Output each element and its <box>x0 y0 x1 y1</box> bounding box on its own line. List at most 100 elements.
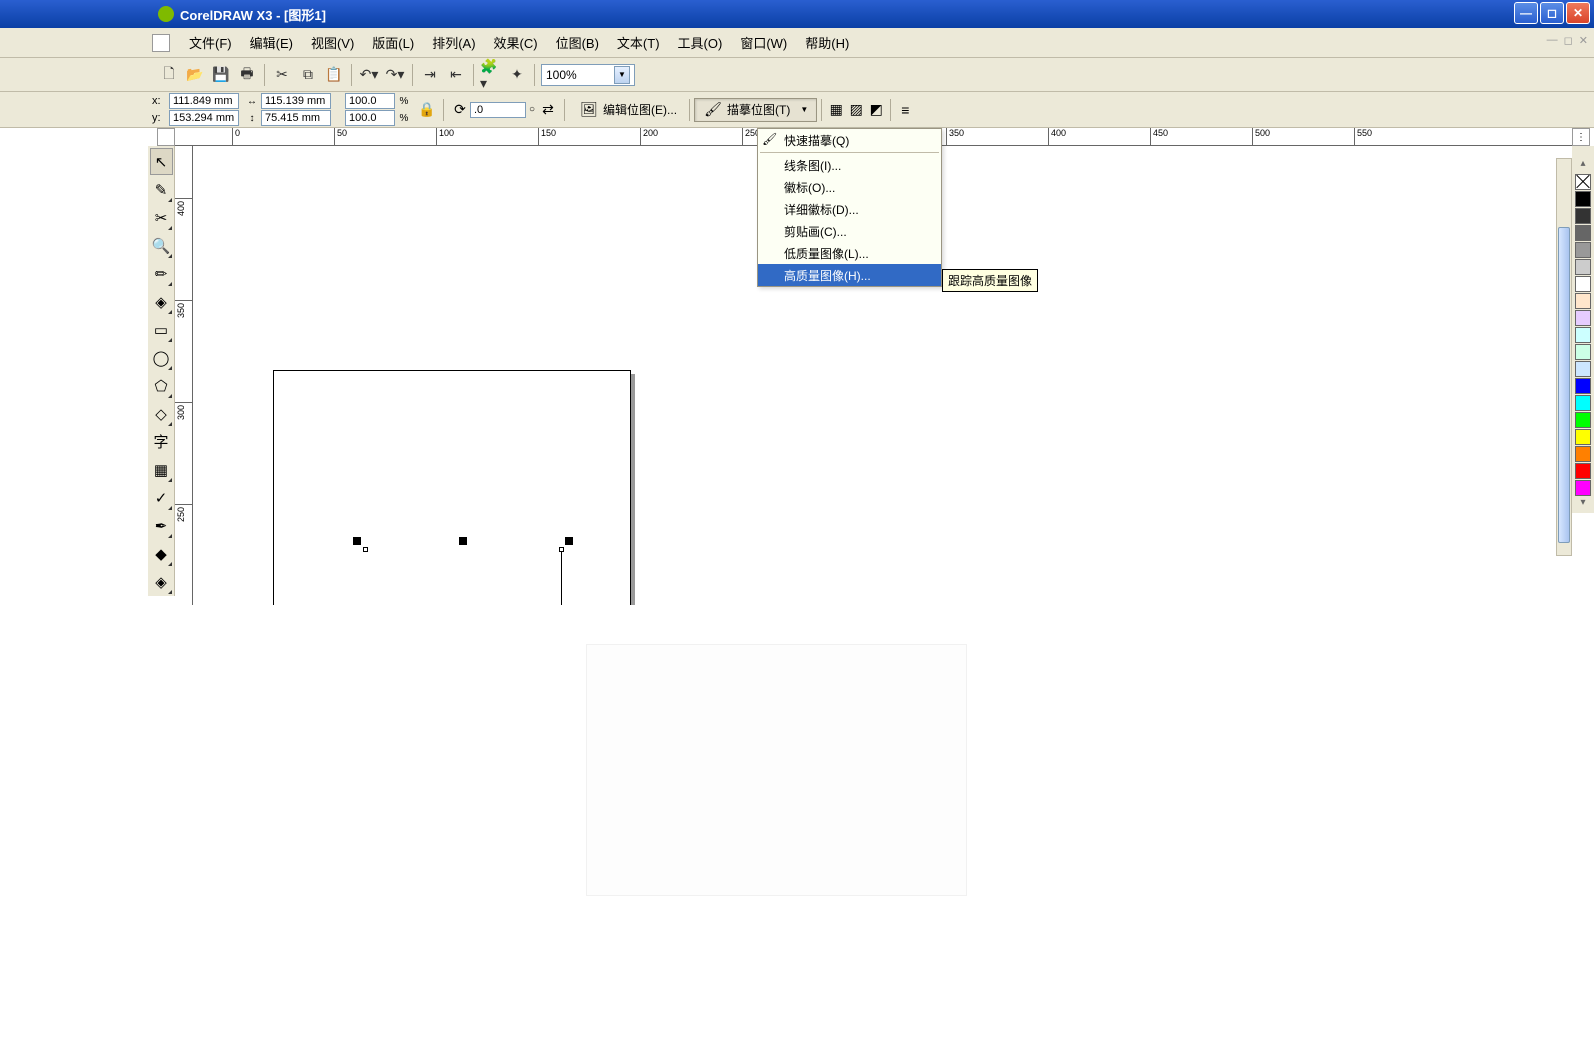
menu-item[interactable]: 高质量图像(H)... <box>758 264 941 286</box>
color-swatch[interactable] <box>1575 361 1591 377</box>
trace-bitmap-menu[interactable]: 🖌快速描摹(Q)线条图(I)...徽标(O)...详细徽标(D)...剪贴画(C… <box>757 128 942 287</box>
paste-button[interactable]: 📋 <box>323 64 345 86</box>
color-swatch[interactable] <box>1575 429 1591 445</box>
ruler-options[interactable]: ⋮ <box>1572 128 1590 146</box>
palette-up-arrow[interactable]: ▴ <box>1580 158 1585 174</box>
y-input[interactable] <box>169 110 239 126</box>
menu-视图[interactable]: 视图(V) <box>302 29 363 56</box>
mirror-h-button[interactable]: ⇄ <box>538 100 558 120</box>
selection-handle[interactable] <box>565 537 573 545</box>
mdi-minimize[interactable]: — <box>1547 34 1558 47</box>
undo-button[interactable]: ↶▾ <box>358 64 380 86</box>
print-button[interactable]: 🖶 <box>236 64 258 86</box>
color-swatch[interactable] <box>1575 293 1591 309</box>
color-swatch[interactable] <box>1575 463 1591 479</box>
tool-polygon[interactable]: ⬠ <box>150 372 173 399</box>
new-button[interactable]: 🗋 <box>158 64 180 86</box>
tool-fill[interactable]: ◆ <box>150 540 173 567</box>
scale-x-input[interactable] <box>345 93 395 109</box>
menu-item[interactable]: 线条图(I)... <box>758 154 941 176</box>
menu-item[interactable]: 详细徽标(D)... <box>758 198 941 220</box>
color-swatch[interactable] <box>1575 378 1591 394</box>
tool-ellipse[interactable]: ◯ <box>150 344 173 371</box>
close-button[interactable]: ✕ <box>1566 2 1590 24</box>
tool-rectangle[interactable]: ▭ <box>150 316 173 343</box>
selection-node[interactable] <box>363 547 368 552</box>
color-swatch[interactable] <box>1575 412 1591 428</box>
cut-button[interactable]: ✂ <box>271 64 293 86</box>
save-button[interactable]: 💾 <box>210 64 232 86</box>
tool-smart[interactable]: ◈ <box>150 288 173 315</box>
color-swatch[interactable] <box>1575 344 1591 360</box>
ruler-origin[interactable] <box>157 128 175 146</box>
resample-button[interactable]: ▦ <box>826 100 846 120</box>
tool-interactive-fill[interactable]: ◈ <box>150 568 173 595</box>
palette-down-arrow[interactable]: ▾ <box>1580 497 1585 513</box>
tool-pick[interactable]: ↖ <box>150 148 173 175</box>
tool-shape[interactable]: ✎ <box>150 176 173 203</box>
import-button[interactable]: ⇥ <box>419 64 441 86</box>
open-button[interactable]: 📂 <box>184 64 206 86</box>
width-input[interactable] <box>261 93 331 109</box>
menu-文本[interactable]: 文本(T) <box>608 29 669 56</box>
chevron-down-icon[interactable]: ▼ <box>614 66 630 84</box>
menu-版面[interactable]: 版面(L) <box>363 29 423 56</box>
redo-button[interactable]: ↷▾ <box>384 64 406 86</box>
minimize-button[interactable]: — <box>1514 2 1538 24</box>
tool-eyedropper[interactable]: ✓ <box>150 484 173 511</box>
rotation-input[interactable] <box>470 102 526 118</box>
copy-button[interactable]: ⧉ <box>297 64 319 86</box>
mdi-restore[interactable]: ◻ <box>1564 34 1573 47</box>
tool-outline[interactable]: ✒ <box>150 512 173 539</box>
bitmap-mode-button[interactable]: ▨ <box>846 100 866 120</box>
color-swatch[interactable] <box>1575 208 1591 224</box>
color-swatch[interactable] <box>1575 259 1591 275</box>
menu-item[interactable]: 🖌快速描摹(Q) <box>758 129 941 151</box>
menu-item[interactable]: 徽标(O)... <box>758 176 941 198</box>
maximize-button[interactable]: ◻ <box>1540 2 1564 24</box>
mdi-close[interactable]: ✕ <box>1579 34 1588 47</box>
x-input[interactable] <box>169 93 239 109</box>
no-color-swatch[interactable] <box>1575 174 1591 190</box>
export-button[interactable]: ⇤ <box>445 64 467 86</box>
crop-bitmap-button[interactable]: ◩ <box>866 100 886 120</box>
color-swatch[interactable] <box>1575 395 1591 411</box>
tool-basic-shapes[interactable]: ◇ <box>150 400 173 427</box>
menu-编辑[interactable]: 编辑(E) <box>241 29 302 56</box>
menu-工具[interactable]: 工具(O) <box>669 29 732 56</box>
edit-bitmap-button[interactable]: 🖼 编辑位图(E)... <box>571 98 685 122</box>
color-swatch[interactable] <box>1575 327 1591 343</box>
tool-zoom[interactable]: 🔍 <box>150 232 173 259</box>
menu-文件[interactable]: 文件(F) <box>180 29 241 56</box>
color-swatch[interactable] <box>1575 310 1591 326</box>
vertical-scrollbar[interactable] <box>1556 158 1572 556</box>
menu-帮助[interactable]: 帮助(H) <box>796 29 858 56</box>
tool-interactive[interactable]: ▦ <box>150 456 173 483</box>
height-input[interactable] <box>261 110 331 126</box>
scrollbar-thumb[interactable] <box>1558 227 1570 543</box>
lock-ratio-button[interactable]: 🔒 <box>417 100 437 120</box>
menu-排列[interactable]: 排列(A) <box>423 29 484 56</box>
color-swatch[interactable] <box>1575 480 1591 496</box>
selection-handle[interactable] <box>459 537 467 545</box>
color-swatch[interactable] <box>1575 225 1591 241</box>
color-swatch[interactable] <box>1575 446 1591 462</box>
vertical-ruler[interactable]: 400350300250200 <box>175 146 193 605</box>
tool-freehand[interactable]: ✏ <box>150 260 173 287</box>
tool-crop[interactable]: ✂ <box>150 204 173 231</box>
menu-item[interactable]: 低质量图像(L)... <box>758 242 941 264</box>
color-swatch[interactable] <box>1575 242 1591 258</box>
menu-效果[interactable]: 效果(C) <box>485 29 547 56</box>
selection-handle[interactable] <box>353 537 361 545</box>
color-swatch[interactable] <box>1575 191 1591 207</box>
menu-位图[interactable]: 位图(B) <box>547 29 608 56</box>
app-launcher-button[interactable]: 🧩▾ <box>480 64 502 86</box>
welcome-button[interactable]: ✦ <box>506 64 528 86</box>
menu-窗口[interactable]: 窗口(W) <box>731 29 796 56</box>
wrap-text-button[interactable]: ≡ <box>895 100 915 120</box>
trace-bitmap-button[interactable]: 🖌 描摹位图(T) ▼ <box>694 98 817 122</box>
color-swatch[interactable] <box>1575 276 1591 292</box>
zoom-combo[interactable]: 100% ▼ <box>541 64 635 86</box>
tool-text[interactable]: 字 <box>150 428 173 455</box>
scale-y-input[interactable] <box>345 110 395 126</box>
